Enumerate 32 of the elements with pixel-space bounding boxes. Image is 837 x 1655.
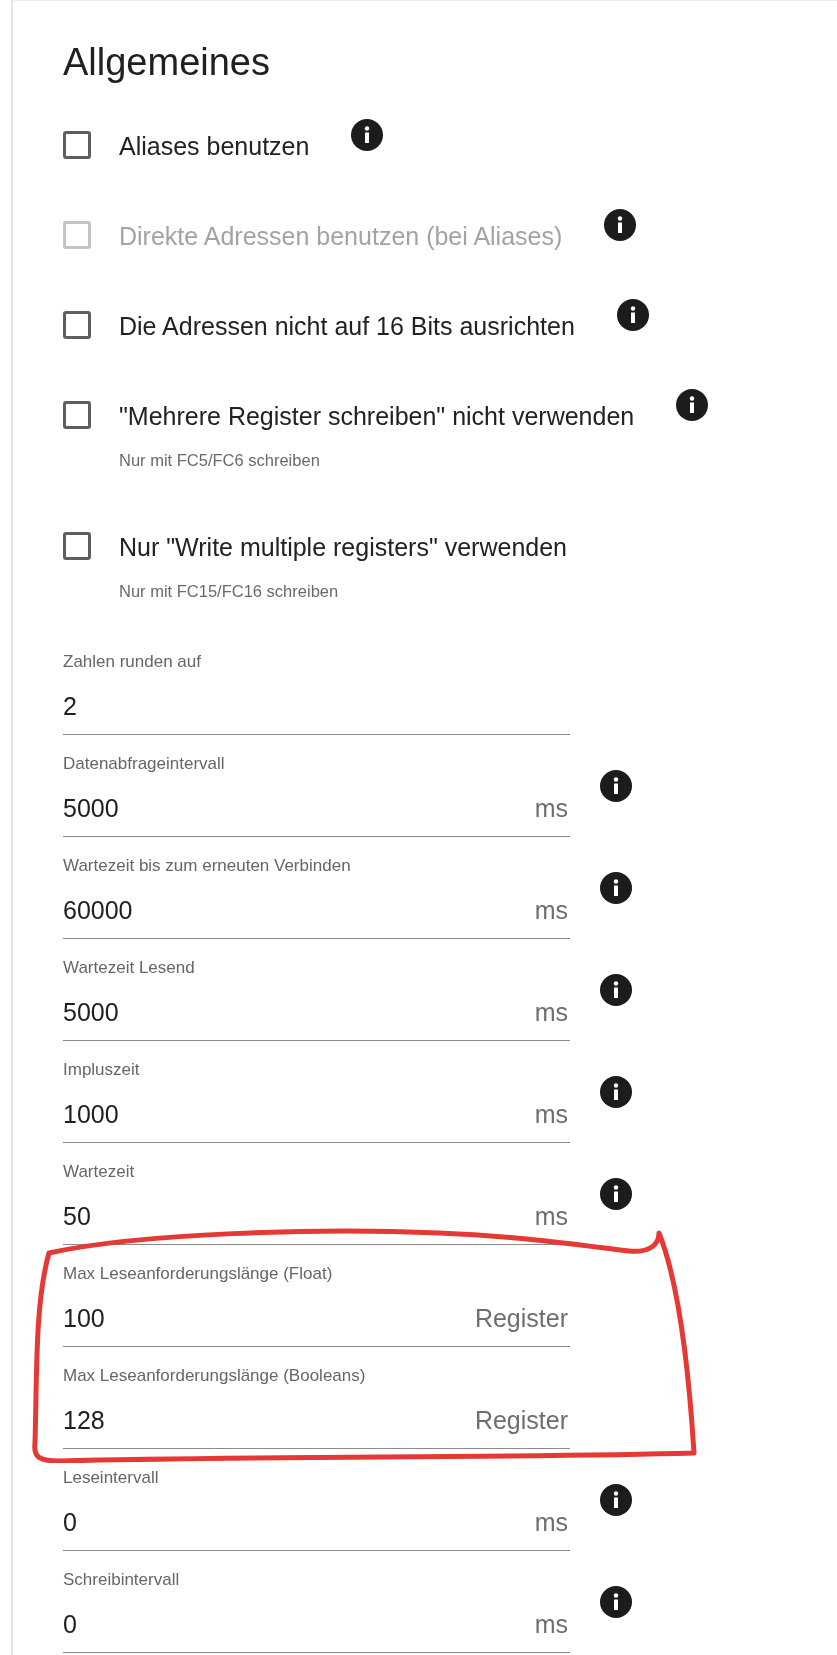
input-field[interactable]: Zahlen runden auf 2 xyxy=(63,643,570,735)
input-field[interactable]: Wartezeit Lesend 5000 ms xyxy=(63,949,570,1041)
checkbox[interactable] xyxy=(63,311,91,339)
checkbox-label: Aliases benutzen xyxy=(119,131,310,161)
input-field[interactable]: Leseintervall 0 ms xyxy=(63,1459,570,1551)
info-icon[interactable] xyxy=(600,872,632,904)
info-icon[interactable] xyxy=(600,770,632,802)
info-icon[interactable] xyxy=(600,1076,632,1108)
input-field[interactable]: Schreibintervall 0 ms xyxy=(63,1561,570,1653)
info-icon[interactable] xyxy=(600,1178,632,1210)
input-field[interactable]: Wartezeit bis zum erneuten Verbinden 60000 ms xyxy=(63,847,570,939)
info-icon[interactable] xyxy=(676,389,709,421)
info-icon[interactable] xyxy=(600,1484,632,1516)
input-field[interactable]: Impluszeit 1000 ms xyxy=(63,1051,570,1143)
hint-text: Nur mit FC15/FC16 schreiben xyxy=(119,582,340,601)
info-icon[interactable] xyxy=(600,974,632,1006)
checkbox[interactable] xyxy=(63,131,91,159)
input-field[interactable]: Max Leseanforderungslänge (Float) 100 Register xyxy=(63,1255,570,1347)
info-icon[interactable] xyxy=(600,1586,632,1618)
checkbox[interactable] xyxy=(63,532,91,560)
checkbox-label: Nur "Write multiple registers" verwenden xyxy=(119,532,567,562)
info-icon[interactable] xyxy=(351,119,384,151)
hint-text: Nur mit FC5/FC6 schreiben xyxy=(119,451,321,470)
input-field[interactable]: Datenabfrageintervall 5000 ms xyxy=(63,745,570,837)
section-title: Allgemeines xyxy=(63,40,271,85)
info-icon[interactable] xyxy=(616,299,649,331)
checkbox-label: Die Adressen nicht auf 16 Bits ausrichten xyxy=(119,311,575,341)
checkbox[interactable] xyxy=(63,401,91,429)
input-field[interactable]: Wartezeit 50 ms xyxy=(63,1153,570,1245)
checkbox-label: Direkte Adressen benutzen (bei Aliases) xyxy=(119,221,563,251)
checkbox-label: "Mehrere Register schreiben" nicht verwenden xyxy=(119,401,635,431)
input-field[interactable]: Max Leseanforderungslänge (Booleans) 128 Register xyxy=(63,1357,570,1449)
